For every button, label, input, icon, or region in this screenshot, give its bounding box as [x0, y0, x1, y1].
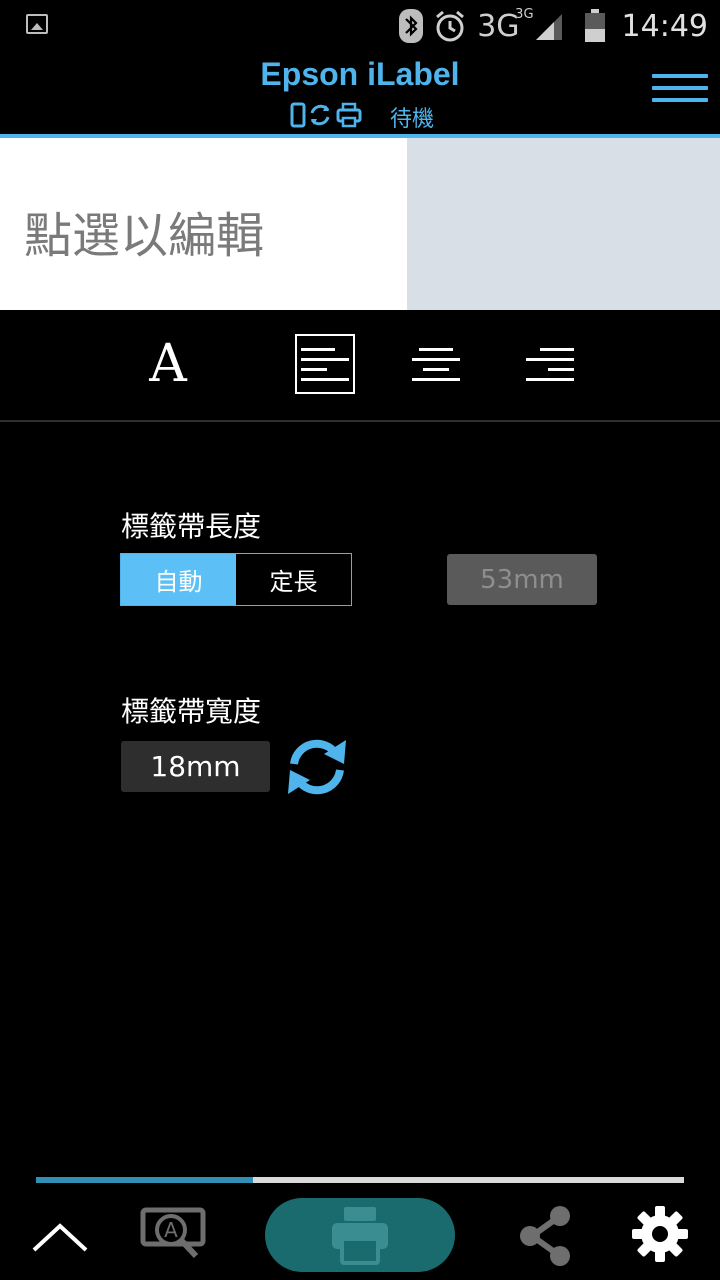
chevron-up-icon: [32, 1223, 88, 1252]
app-title: Epson iLabel: [260, 56, 460, 92]
menu-line: [652, 86, 708, 90]
label-preview-area: 點選以編輯: [0, 138, 720, 310]
menu-button[interactable]: [652, 74, 708, 110]
clock: 14:49: [621, 8, 708, 44]
share-icon: [520, 1206, 570, 1266]
tape-length-label: 標籤帶長度: [121, 510, 262, 543]
settings-button[interactable]: [630, 1204, 690, 1264]
alarm-icon: [433, 9, 467, 43]
gear-icon: [632, 1206, 688, 1262]
align-right-button[interactable]: [520, 334, 580, 394]
format-toolbar: A: [0, 310, 720, 422]
tape-length-fixed-button[interactable]: 定長: [236, 554, 351, 605]
app-header: Epson iLabel 待機: [0, 52, 720, 134]
align-center-icon: [412, 341, 460, 388]
network-type: 3G 3G: [477, 6, 534, 44]
tape-width-value-field: 18mm: [121, 741, 270, 792]
refresh-icon: [288, 739, 346, 795]
progress-fill: [36, 1177, 254, 1183]
svg-text:A: A: [164, 1218, 178, 1242]
font-icon: A: [149, 334, 187, 394]
tape-length-auto-button[interactable]: 自動: [121, 554, 236, 605]
print-button[interactable]: [265, 1198, 455, 1272]
align-left-icon: [301, 341, 349, 388]
refresh-width-button[interactable]: [284, 734, 350, 800]
expand-up-button[interactable]: [30, 1218, 90, 1258]
image-icon: [26, 14, 48, 34]
signal-icon: [534, 10, 564, 42]
battery-icon: [584, 9, 606, 43]
status-bar: 3G 3G 14:49: [0, 0, 720, 52]
print-preview-icon: A: [140, 1207, 206, 1259]
align-right-icon: [526, 341, 574, 388]
phone-sync-printer-icon: [290, 101, 362, 133]
progress-bar: [36, 1177, 684, 1183]
tape-width-label: 標籤帶寬度: [121, 695, 262, 728]
align-center-button[interactable]: [406, 334, 466, 394]
edit-placeholder: 點選以編輯: [24, 208, 265, 264]
tape-length-value-field: 53mm: [447, 554, 597, 605]
status-text: 待機: [390, 107, 435, 132]
align-left-button[interactable]: [295, 334, 355, 394]
font-button[interactable]: A: [138, 334, 198, 394]
share-button[interactable]: [516, 1204, 576, 1268]
print-preview-button[interactable]: A: [138, 1202, 208, 1268]
menu-line: [652, 98, 708, 102]
bluetooth-icon: [399, 9, 424, 43]
tape-length-mode: 自動 定長: [120, 553, 352, 606]
status-bar-right: 3G 3G 14:49: [399, 6, 708, 46]
label-edit-area[interactable]: 點選以編輯: [0, 138, 407, 310]
hamburger-menu-icon: [652, 74, 708, 78]
printer-icon: [332, 1207, 388, 1265]
printer-status: 待機: [290, 102, 434, 132]
bottom-bar: A: [0, 1190, 720, 1280]
